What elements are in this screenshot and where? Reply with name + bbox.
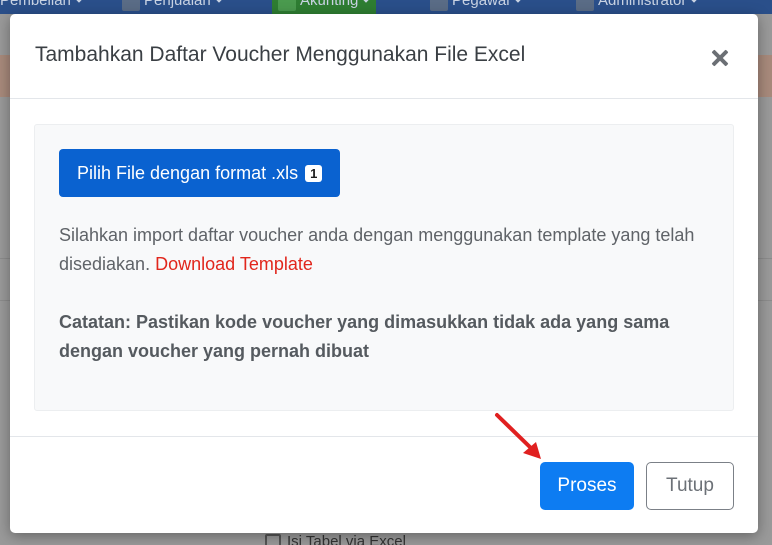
chevron-down-icon xyxy=(213,0,223,3)
nav-item-administrator: Administrator xyxy=(576,0,699,14)
close-button[interactable]: Tutup xyxy=(646,462,734,510)
nav-item-penjualan: Penjualan xyxy=(122,0,223,14)
import-note: Catatan: Pastikan kode voucher yang dima… xyxy=(59,312,670,361)
nav-item-akunting: Akunting xyxy=(272,0,377,14)
chevron-down-icon xyxy=(511,0,522,3)
money-icon xyxy=(278,0,296,11)
import-description: Silahkan import daftar voucher anda deng… xyxy=(59,221,719,279)
process-button[interactable]: Proses xyxy=(540,462,634,510)
chevron-down-icon xyxy=(73,0,83,3)
nav-item-pembelian: Pembelian xyxy=(0,0,83,14)
nav-item-label: Pegawai xyxy=(452,0,510,9)
import-voucher-modal: Tambahkan Daftar Voucher Menggunakan Fil… xyxy=(10,14,758,533)
nav-item-label: Penjualan xyxy=(144,0,211,9)
background-excel-link: Isi Tabel via Excel xyxy=(265,533,406,545)
nav-item-pegawai: Pegawai xyxy=(430,0,522,14)
nav-item-label: Pembelian xyxy=(0,0,71,9)
cart-icon xyxy=(122,0,140,11)
background-excel-label: Isi Tabel via Excel xyxy=(287,533,406,545)
file-count-badge: 1 xyxy=(305,164,323,182)
nav-item-label: Akunting xyxy=(300,0,359,9)
choose-file-label: Pilih File dengan format .xls xyxy=(77,162,299,183)
chevron-down-icon xyxy=(688,0,699,3)
close-icon[interactable] xyxy=(709,47,731,69)
id-card-icon xyxy=(430,0,448,11)
nav-item-label: Administrator xyxy=(598,0,687,9)
background-navbar: Pembelian Penjualan Akunting Pegawai Adm… xyxy=(0,0,772,14)
import-card: Pilih File dengan format .xls 1 Silahkan… xyxy=(34,124,734,411)
download-template-link[interactable]: Download Template xyxy=(155,254,313,274)
document-icon xyxy=(265,533,281,545)
modal-header: Tambahkan Daftar Voucher Menggunakan Fil… xyxy=(10,14,758,99)
modal-footer: Proses Tutup xyxy=(10,436,758,533)
gear-icon xyxy=(576,0,594,11)
modal-title: Tambahkan Daftar Voucher Menggunakan Fil… xyxy=(35,43,526,66)
chevron-down-icon xyxy=(360,0,373,3)
choose-file-button[interactable]: Pilih File dengan format .xls 1 xyxy=(59,149,341,197)
